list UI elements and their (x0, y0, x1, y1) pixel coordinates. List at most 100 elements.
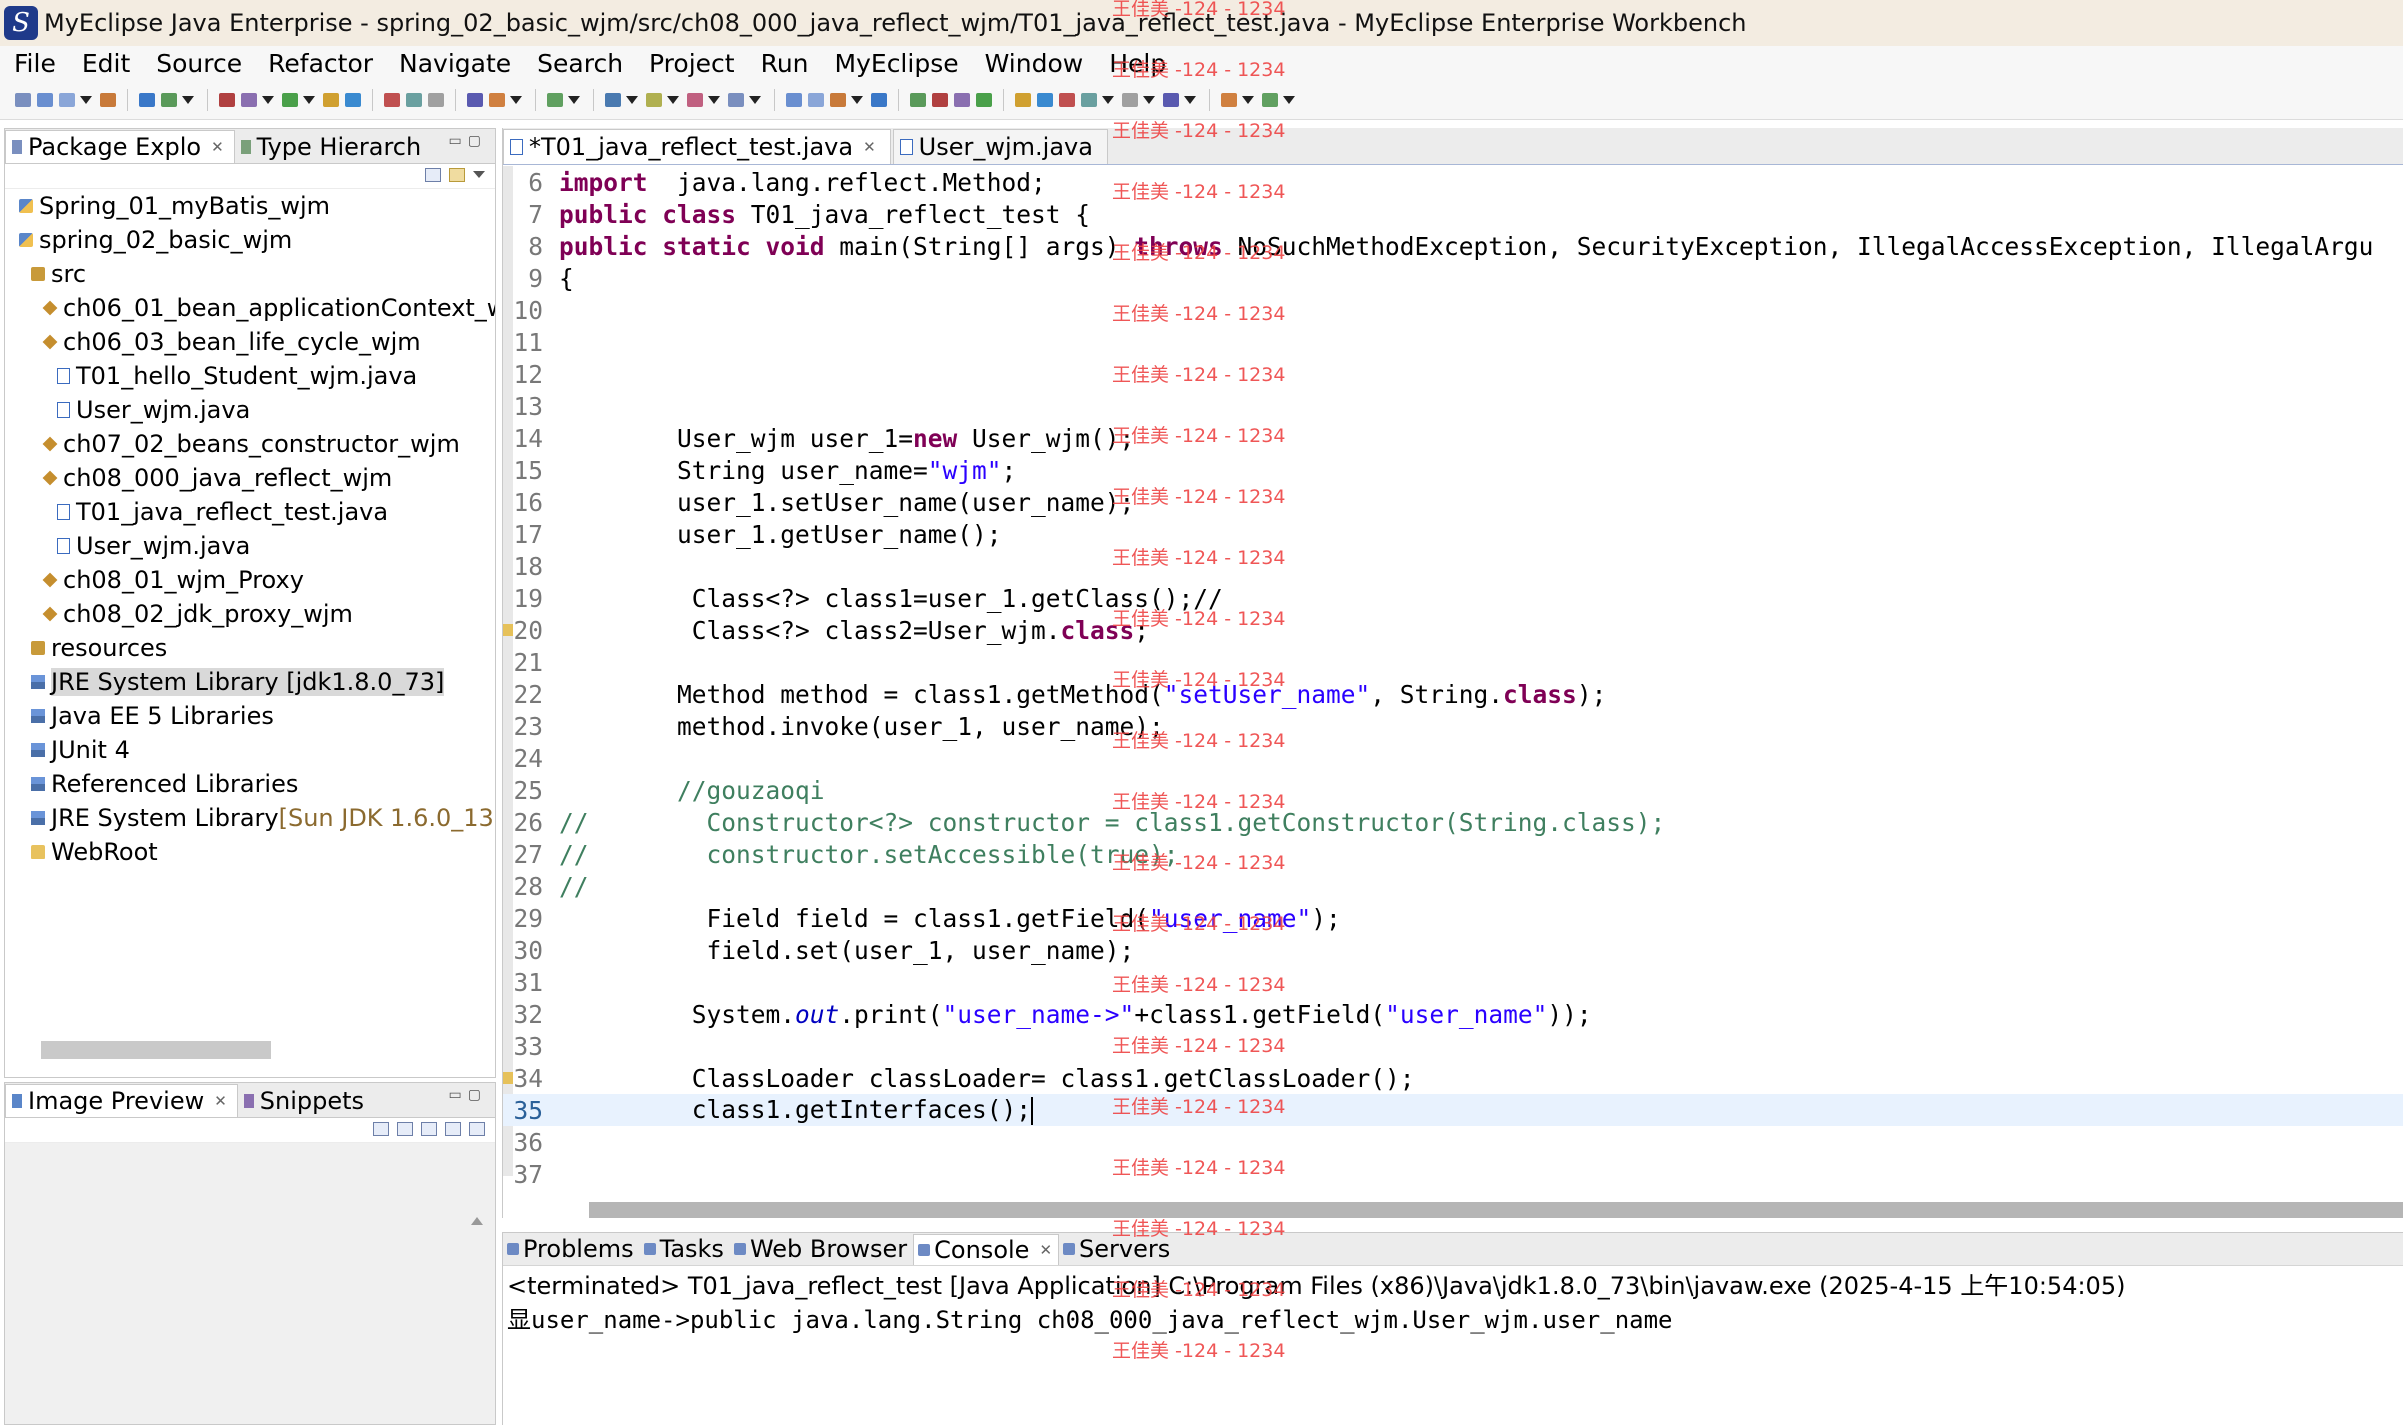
toolbar-action-icon[interactable] (489, 92, 505, 107)
toolbar-action-icon[interactable] (15, 92, 31, 107)
editor-horizontal-scrollbar[interactable] (589, 1202, 2403, 1218)
toolbar-action-icon[interactable] (954, 92, 970, 107)
dropdown-arrow-icon[interactable] (80, 95, 92, 104)
tab-servers[interactable]: Servers (1059, 1234, 1176, 1264)
tree-item[interactable]: JRE System Library [jdk1.8.0_73] (5, 665, 495, 699)
code-line[interactable]: 16 user_1.setUser_name(user_name); (503, 486, 2403, 518)
dropdown-arrow-icon[interactable] (851, 95, 863, 104)
toolbar-action-icon[interactable] (1015, 92, 1031, 107)
toolbar-action-icon[interactable] (976, 92, 992, 107)
code-line[interactable]: 27 // constructor.setAccessible(true); (503, 838, 2403, 870)
code-line[interactable]: 34 ClassLoader classLoader= class1.getCl… (503, 1062, 2403, 1094)
code-line[interactable]: 21 (503, 646, 2403, 678)
tab-snippets[interactable]: Snippets (238, 1085, 374, 1117)
close-icon[interactable]: ✕ (1039, 1241, 1052, 1259)
toolbar-action-icon[interactable] (345, 92, 361, 107)
dropdown-arrow-icon[interactable] (626, 95, 638, 104)
code-line[interactable]: 25 //gouzaoqi (503, 774, 2403, 806)
toolbar-action-icon[interactable] (786, 92, 802, 107)
menu-file[interactable]: File (0, 49, 69, 78)
toolbar-action-icon[interactable] (687, 92, 703, 107)
dropdown-arrow-icon[interactable] (1283, 95, 1295, 104)
toolbar-action-icon[interactable] (161, 92, 177, 107)
dropdown-arrow-icon[interactable] (182, 95, 194, 104)
dropdown-arrow-icon[interactable] (708, 95, 720, 104)
minimize-maximize-icon[interactable]: ▭▢ (449, 133, 487, 149)
toolbar-action-icon[interactable] (808, 92, 824, 107)
toolbar-action-icon[interactable] (871, 92, 887, 107)
menu-myeclipse[interactable]: MyEclipse (822, 49, 972, 78)
toolbar-action-icon[interactable] (830, 92, 846, 107)
tree-item[interactable]: Spring_01_myBatis_wjm (5, 189, 495, 223)
code-line[interactable]: 12 (503, 358, 2403, 390)
close-icon[interactable]: ✕ (214, 1092, 227, 1110)
toolbar-action-icon[interactable] (547, 92, 563, 107)
code-line[interactable]: 14 User_wjm user_1=new User_wjm(); (503, 422, 2403, 454)
tree-item[interactable]: JUnit 4 (5, 733, 495, 767)
toolbar-action-icon[interactable] (1037, 92, 1053, 107)
code-line[interactable]: 22 Method method = class1.getMethod("set… (503, 678, 2403, 710)
code-line[interactable]: 19 Class<?> class1=user_1.getClass();// (503, 582, 2403, 614)
menu-refactor[interactable]: Refactor (255, 49, 386, 78)
minimize-maximize-icon[interactable]: ▭▢ (449, 1087, 487, 1103)
code-line[interactable]: 23 method.invoke(user_1, user_name); (503, 710, 2403, 742)
code-text-area[interactable]: 6 import java.lang.reflect.Method; 7 public… (503, 166, 2403, 1189)
toolbar-action-icon[interactable] (932, 92, 948, 107)
tree-item[interactable]: Referenced Libraries (5, 767, 495, 801)
toolbar-action-icon[interactable] (467, 92, 483, 107)
dropdown-arrow-icon[interactable] (262, 95, 274, 104)
tab-tasks[interactable]: Tasks (640, 1234, 730, 1264)
code-line[interactable]: 32 System.out.print("user_name->"+class1… (503, 998, 2403, 1030)
menu-source[interactable]: Source (143, 49, 255, 78)
toolbar-action-icon[interactable] (241, 92, 257, 107)
dropdown-arrow-icon[interactable] (749, 95, 761, 104)
tree-item[interactable]: User_wjm.java (5, 529, 495, 563)
toolbar-action-icon[interactable] (1081, 92, 1097, 107)
toolbar-action-icon[interactable] (1059, 92, 1075, 107)
dropdown-arrow-icon[interactable] (667, 95, 679, 104)
toolbar-action-icon[interactable] (910, 92, 926, 107)
code-line[interactable]: 36 (503, 1126, 2403, 1158)
close-icon[interactable]: ✕ (211, 138, 224, 156)
dropdown-arrow-icon[interactable] (510, 95, 522, 104)
horizontal-scrollbar[interactable] (41, 1041, 271, 1059)
toolbar-action-icon[interactable] (1163, 92, 1179, 107)
toolbar-action-icon[interactable] (219, 92, 235, 107)
close-icon[interactable]: ✕ (863, 138, 876, 156)
menu-window[interactable]: Window (972, 49, 1097, 78)
code-line[interactable]: 24 (503, 742, 2403, 774)
toolbar-action-icon[interactable] (139, 92, 155, 107)
menu-project[interactable]: Project (636, 49, 748, 78)
tab-problems[interactable]: Problems (503, 1234, 640, 1264)
toolbar-action-icon[interactable] (282, 92, 298, 107)
warning-marker-icon[interactable] (503, 624, 513, 636)
link-with-editor-icon[interactable] (449, 168, 465, 182)
code-line[interactable]: 10 (503, 294, 2403, 326)
toolbar-action-icon[interactable] (1221, 92, 1237, 107)
code-line[interactable]: 7 public class T01_java_reflect_test { (503, 198, 2403, 230)
tree-item[interactable]: ch08_02_jdk_proxy_wjm (5, 597, 495, 631)
fit-image-icon[interactable] (373, 1122, 389, 1136)
tab-t01-java-reflect-test[interactable]: *T01_java_reflect_test.java ✕ (503, 129, 891, 164)
tree-item[interactable]: ch06_01_bean_applicationContext_w (5, 291, 495, 325)
toolbar-action-icon[interactable] (646, 92, 662, 107)
code-line[interactable]: 18 (503, 550, 2403, 582)
toolbar-action-icon[interactable] (1122, 92, 1138, 107)
code-line[interactable]: 9{ (503, 262, 2403, 294)
tree-item[interactable]: T01_java_reflect_test.java (5, 495, 495, 529)
dropdown-arrow-icon[interactable] (303, 95, 315, 104)
tab-web-browser[interactable]: Web Browser (730, 1234, 913, 1264)
code-line[interactable]: 11 (503, 326, 2403, 358)
zoom-in-icon[interactable] (421, 1122, 437, 1136)
tree-item[interactable]: ch06_03_bean_life_cycle_wjm (5, 325, 495, 359)
tree-item[interactable]: ch07_02_beans_constructor_wjm (5, 427, 495, 461)
tree-item[interactable]: WebRoot (5, 835, 495, 869)
menu-search[interactable]: Search (524, 49, 636, 78)
warning-marker-icon[interactable] (503, 1072, 513, 1084)
toolbar-action-icon[interactable] (100, 92, 116, 107)
code-line[interactable]: 8 public static void main(String[] args) … (503, 230, 2403, 262)
code-line[interactable]: 6 import java.lang.reflect.Method; (503, 166, 2403, 198)
code-line[interactable]: 13 (503, 390, 2403, 422)
toolbar-action-icon[interactable] (406, 92, 422, 107)
tree-item[interactable]: User_wjm.java (5, 393, 495, 427)
